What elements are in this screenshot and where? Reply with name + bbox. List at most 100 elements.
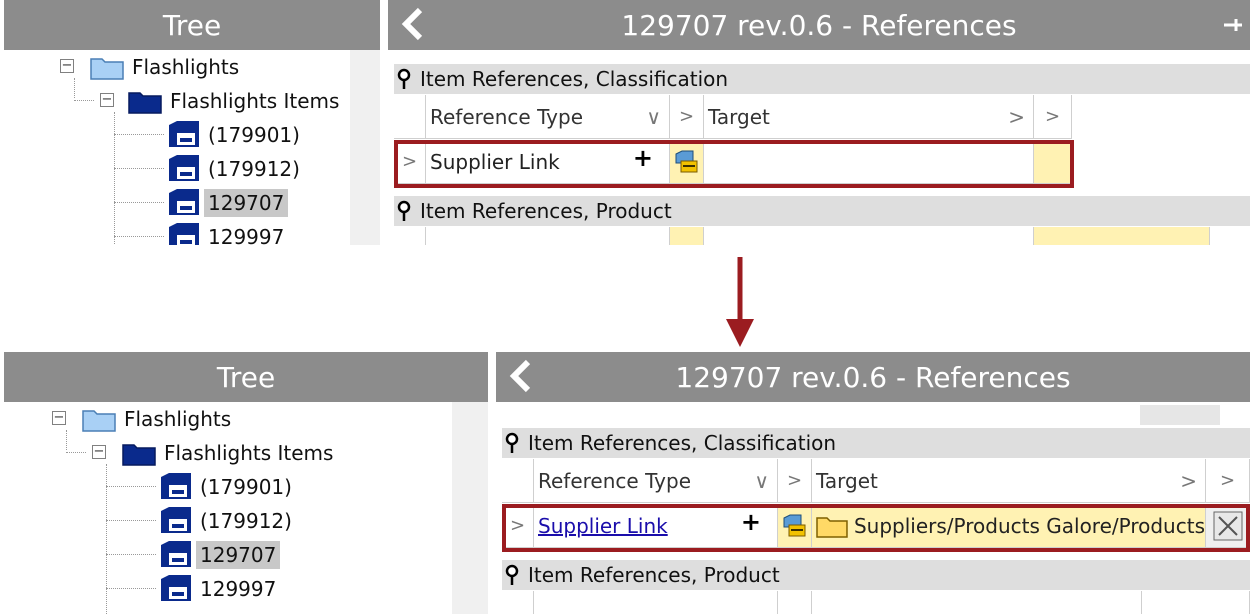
- folder-icon: [128, 92, 162, 114]
- section-title: Item References, Classification: [528, 431, 837, 455]
- column-label: Reference Type: [538, 468, 692, 493]
- chevron-right-icon[interactable]: >: [1034, 95, 1072, 139]
- tree-node-flashlights[interactable]: Flashlights: [82, 402, 235, 436]
- collapse-icon[interactable]: −: [60, 59, 74, 73]
- clear-x-icon: [1213, 511, 1242, 540]
- down-arrow-icon: [726, 257, 754, 347]
- tree-node-flashlights[interactable]: Flashlights: [90, 50, 243, 84]
- item-icon: [169, 223, 199, 245]
- target-cell[interactable]: [704, 140, 1034, 184]
- item-icon: [161, 541, 191, 567]
- link-target-icon: [783, 514, 805, 536]
- link-target-button[interactable]: [670, 140, 704, 184]
- tree-title-bar: Tree: [4, 0, 380, 50]
- tree-node-label: 129997: [208, 225, 285, 245]
- column-header-cell: [812, 591, 1142, 614]
- supplier-link[interactable]: Supplier Link: [538, 514, 668, 538]
- column-header-cell: [426, 227, 670, 245]
- reference-type-cell[interactable]: Supplier Link +: [426, 140, 670, 184]
- chevron-right-icon[interactable]: >: [1180, 469, 1197, 493]
- folder-icon: [816, 516, 848, 538]
- item-icon: [169, 121, 199, 147]
- references-title-bar: 129707 rev.0.6 - References: [496, 352, 1250, 402]
- tree-node-flashlights-items[interactable]: Flashlights Items: [122, 436, 337, 470]
- row-header-cell: [502, 591, 534, 614]
- clear-target-button[interactable]: [1206, 504, 1250, 548]
- collapse-icon[interactable]: −: [92, 445, 106, 459]
- chevron-down-icon[interactable]: ∨: [754, 469, 769, 493]
- horizontal-scrollbar[interactable]: [1140, 405, 1220, 425]
- pin-icon[interactable]: [394, 68, 414, 90]
- tree-node-item[interactable]: (179901): [158, 470, 296, 504]
- tree-node-item[interactable]: 129997: [166, 220, 288, 245]
- back-chevron-icon[interactable]: [504, 356, 540, 396]
- tree-node-item-selected[interactable]: 129707: [166, 186, 289, 220]
- tree-node-label: 129707: [204, 189, 289, 217]
- reference-type-cell[interactable]: Supplier Link +: [534, 504, 778, 548]
- pin-icon[interactable]: [502, 432, 522, 454]
- link-target-button[interactable]: [778, 504, 812, 548]
- tree-connector: [106, 554, 156, 555]
- tree-scrollbar[interactable]: [452, 402, 488, 614]
- tree-node-item[interactable]: (179912): [158, 504, 296, 538]
- add-reference-button[interactable]: +: [741, 508, 761, 536]
- chevron-right-icon[interactable]: >: [1008, 105, 1025, 129]
- pin-icon[interactable]: [1220, 12, 1246, 38]
- tree-node-label: (179901): [200, 475, 292, 499]
- row-header-cell: [502, 459, 534, 503]
- tree-connector: [74, 100, 94, 101]
- reference-row-supplier-link[interactable]: > Supplier Link + Suppliers/Products Gal…: [502, 504, 1250, 548]
- chevron-down-icon[interactable]: ∨: [646, 105, 661, 129]
- grid-header-row-partial: [502, 591, 1250, 614]
- tree-node-item[interactable]: (179901): [166, 118, 304, 152]
- tree-node-label: (179912): [208, 157, 300, 181]
- tree-connector: [106, 486, 156, 487]
- target-cell[interactable]: Suppliers/Products Galore/Products: [812, 504, 1206, 548]
- back-chevron-icon[interactable]: [396, 4, 432, 44]
- collapse-icon[interactable]: −: [52, 411, 66, 425]
- tree-panel-before: Tree − Flashlights − Flashlights Items (…: [4, 0, 380, 245]
- collapse-icon[interactable]: −: [100, 93, 114, 107]
- pin-icon[interactable]: [394, 200, 414, 222]
- references-panel-after: 129707 rev.0.6 - References Item Referen…: [496, 352, 1250, 614]
- tree-node-item-selected[interactable]: 129707: [158, 538, 281, 572]
- tree-title-bar: Tree: [4, 352, 488, 402]
- reference-row-supplier-link[interactable]: > Supplier Link +: [394, 140, 1074, 184]
- chevron-right-icon[interactable]: >: [1206, 459, 1250, 503]
- tree-connector: [114, 112, 115, 245]
- tree-scrollbar[interactable]: [350, 50, 380, 245]
- column-header-cell: [534, 591, 778, 614]
- folder-icon: [90, 58, 124, 80]
- references-body: Item References, Classification Referenc…: [496, 402, 1250, 614]
- row-header-cell: [394, 227, 426, 245]
- tree-node-item[interactable]: 129997: [158, 572, 280, 606]
- column-header-cell: [704, 227, 1034, 245]
- row-header-cell: [394, 95, 426, 139]
- column-label: Target: [816, 468, 878, 493]
- link-target-icon: [675, 150, 697, 172]
- row-expand-icon[interactable]: >: [502, 504, 534, 548]
- pin-icon[interactable]: [502, 564, 522, 586]
- references-title: 129707 rev.0.6 - References: [621, 8, 1017, 42]
- item-icon: [161, 507, 191, 533]
- chevron-right-icon[interactable]: >: [670, 95, 704, 139]
- tree-connector: [114, 134, 164, 135]
- tree-connector: [114, 168, 164, 169]
- tree-node-item[interactable]: (179912): [166, 152, 304, 186]
- tree-node-flashlights-items[interactable]: Flashlights Items: [128, 84, 343, 118]
- reference-type-value: Supplier Link: [430, 149, 560, 174]
- chevron-right-icon[interactable]: >: [778, 459, 812, 503]
- section-title: Item References, Classification: [420, 67, 729, 91]
- target-value: Suppliers/Products Galore/Products: [853, 513, 1205, 538]
- tree-node-label: (179912): [200, 509, 292, 533]
- row-expand-icon[interactable]: >: [394, 140, 426, 184]
- add-reference-button[interactable]: +: [633, 144, 653, 172]
- column-header-target[interactable]: Target >: [812, 459, 1206, 503]
- column-header-target[interactable]: Target >: [704, 95, 1034, 139]
- column-header-reference-type[interactable]: Reference Type ∨: [426, 95, 670, 139]
- tree-node-label: Flashlights Items: [164, 441, 334, 465]
- column-header-reference-type[interactable]: Reference Type ∨: [534, 459, 778, 503]
- tree-node-label: Flashlights: [132, 55, 240, 79]
- references-panel-before: 129707 rev.0.6 - References Item Referen…: [388, 0, 1250, 245]
- tree-connector: [74, 78, 75, 98]
